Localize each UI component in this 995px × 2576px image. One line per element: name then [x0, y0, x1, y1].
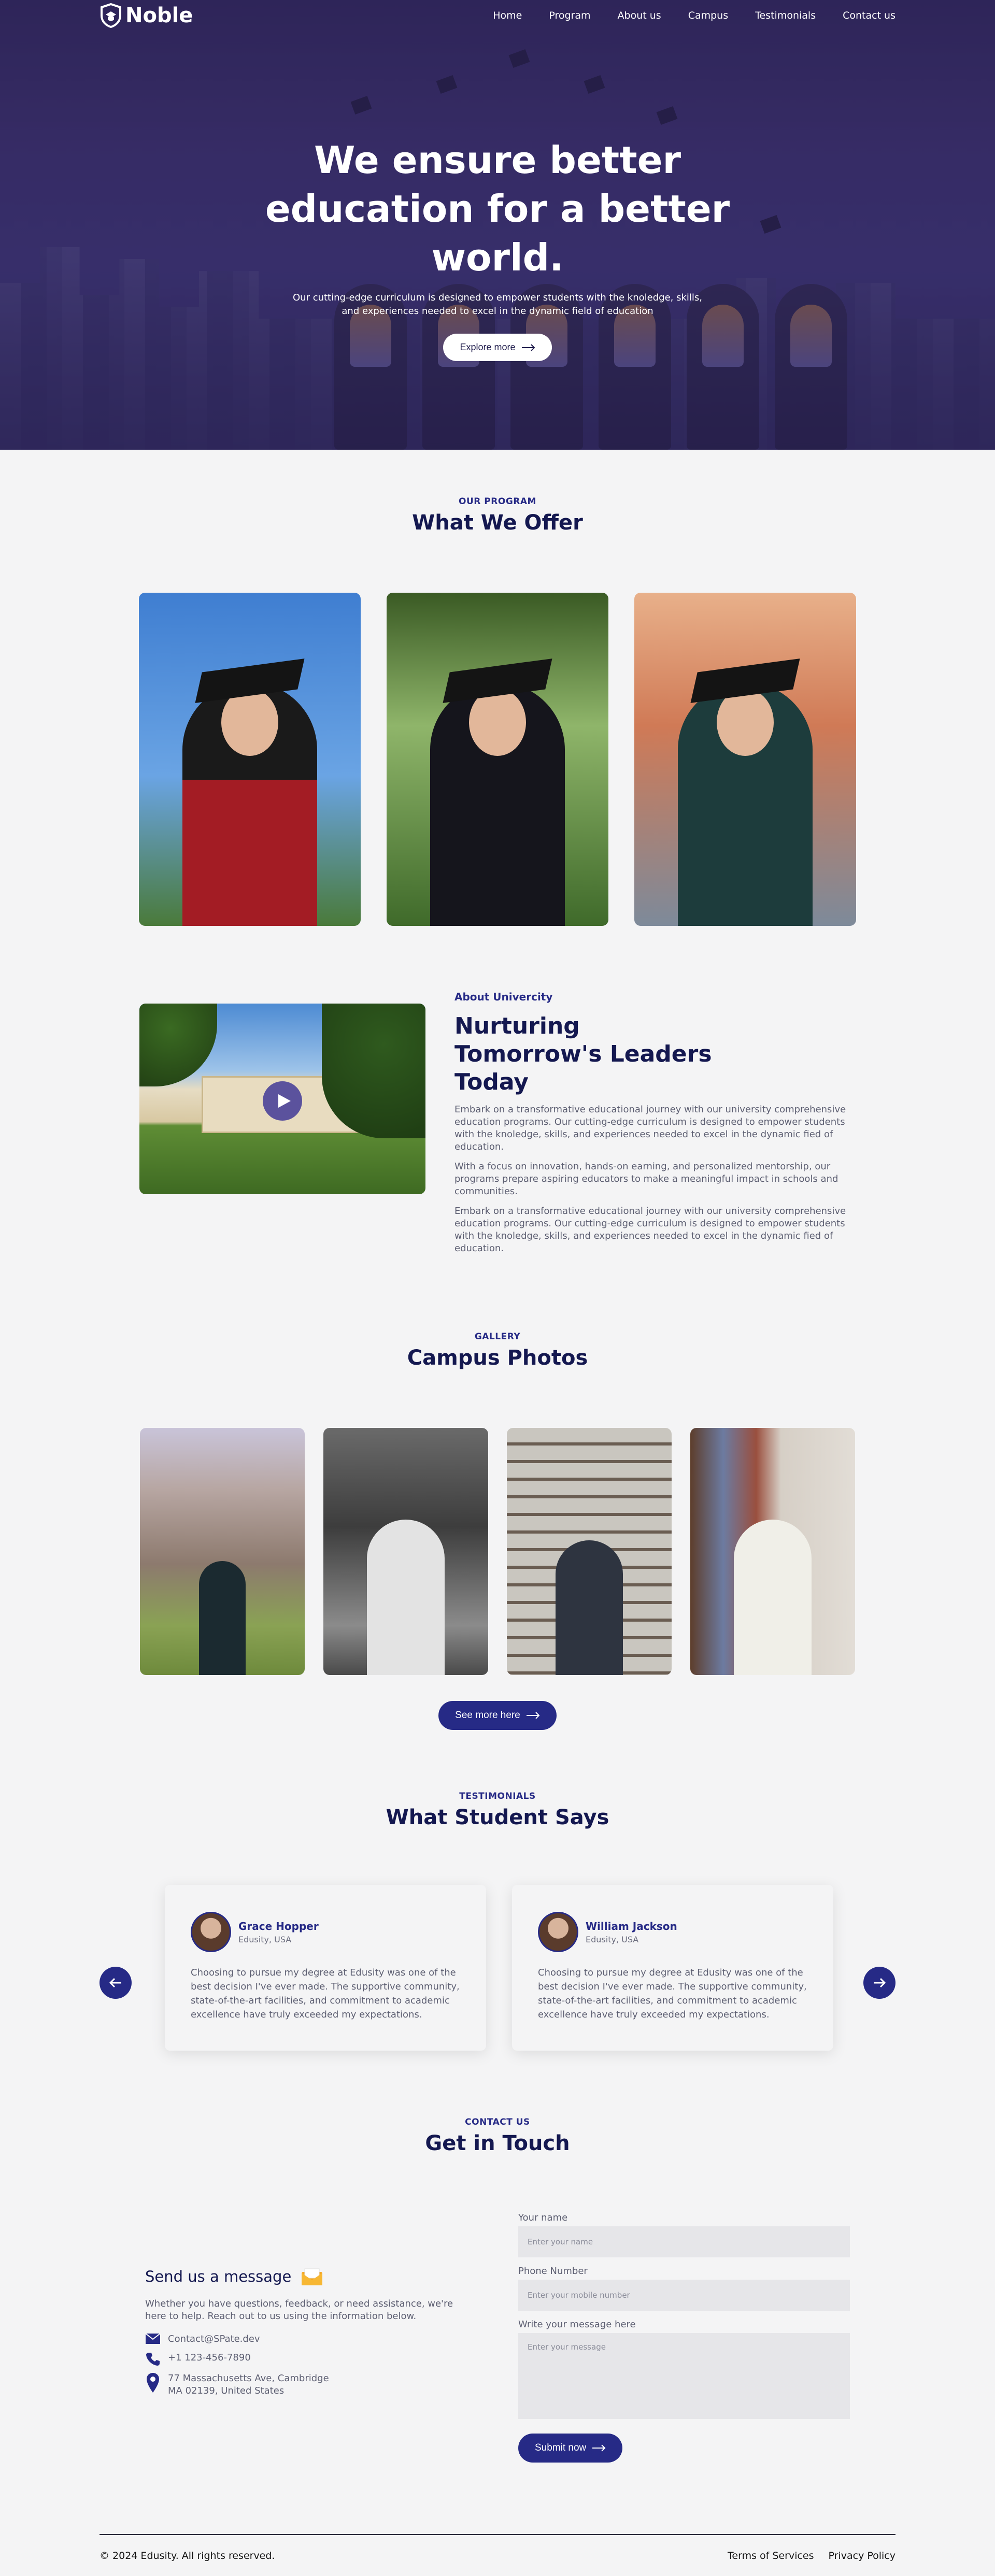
- location-pin-icon: [147, 2373, 159, 2393]
- mail-icon: [145, 2333, 161, 2344]
- hero-title: We ensure better education for a better …: [265, 138, 730, 279]
- gallery-photo[interactable]: [507, 1428, 672, 1675]
- nav-link-about[interactable]: About us: [618, 10, 661, 21]
- about-paragraph: Embark on a transformative educational j…: [454, 1206, 846, 1254]
- see-more-label: See more here: [455, 1710, 520, 1721]
- hero-section: Noble Home Program About us Campus Testi…: [0, 0, 995, 450]
- testimonial-name: William Jackson: [586, 1920, 677, 1933]
- gallery-title: Campus Photos: [407, 1346, 588, 1370]
- arrow-right-icon: [874, 1978, 886, 1988]
- testimonial-card: Grace Hopper Edusity, USA Choosing to pu…: [165, 1885, 486, 2051]
- avatar: [191, 1912, 231, 1952]
- next-slide-button[interactable]: [863, 1967, 895, 1999]
- testimonials-section: TESTIMONIALS What Student Says Grace Hop…: [0, 1730, 995, 2056]
- program-card-image[interactable]: [387, 593, 608, 926]
- nav-link-program[interactable]: Program: [549, 10, 590, 21]
- contact-title: Get in Touch: [425, 2131, 570, 2155]
- contact-eyebrow: CONTACT US: [465, 2117, 530, 2127]
- avatar: [538, 1912, 578, 1952]
- testimonial-slider: Grace Hopper Edusity, USA Choosing to pu…: [0, 1885, 995, 2056]
- message-label: Write your message here: [518, 2319, 636, 2330]
- nav-link-campus[interactable]: Campus: [688, 10, 728, 21]
- program-title: What We Offer: [412, 511, 583, 535]
- testimonial-text: Choosing to pursue my degree at Edusity …: [191, 1967, 460, 2020]
- campus-video-thumbnail: [139, 1004, 425, 1194]
- phone-icon: [146, 2353, 160, 2366]
- play-video-button[interactable]: [263, 1081, 302, 1121]
- program-section: OUR PROGRAM What We Offer: [0, 450, 995, 926]
- explore-more-button[interactable]: Explore more: [443, 334, 552, 361]
- footer: © 2024 Edusity. All rights reserved. Ter…: [100, 2534, 895, 2576]
- program-eyebrow: OUR PROGRAM: [459, 496, 536, 507]
- contact-info: Send us a message Whether you have quest…: [0, 2212, 453, 2463]
- gallery-photos: [0, 1428, 995, 1675]
- gallery-photo[interactable]: [323, 1428, 488, 1675]
- logo-text: Noble: [125, 4, 193, 27]
- contact-form: Your name Phone Number Write your messag…: [518, 2212, 850, 2463]
- testimonial-text: Choosing to pursue my degree at Edusity …: [538, 1967, 807, 2020]
- submit-button[interactable]: Submit now: [518, 2434, 623, 2463]
- explore-more-label: Explore more: [460, 342, 516, 352]
- gallery-photo[interactable]: [140, 1428, 305, 1675]
- hero-subtitle: Our cutting-edge curriculum is designed …: [293, 292, 702, 317]
- phone-label: Phone Number: [518, 2266, 588, 2277]
- hero-content: We ensure better education for a better …: [0, 136, 995, 361]
- submit-label: Submit now: [535, 2442, 587, 2453]
- about-paragraph: Embark on a transformative educational j…: [454, 1104, 846, 1152]
- play-icon: [278, 1094, 291, 1108]
- program-card-image[interactable]: [634, 593, 856, 926]
- program-cards: [0, 593, 995, 926]
- name-label: Your name: [518, 2212, 568, 2223]
- testimonial-card: William Jackson Edusity, USA Choosing to…: [512, 1885, 833, 2051]
- shield-icon: [101, 3, 121, 28]
- arrow-right-icon: [592, 2444, 606, 2452]
- testimonials-title: What Student Says: [386, 1806, 609, 1829]
- about-paragraph: With a focus on innovation, hands-on ear…: [454, 1161, 838, 1197]
- phone-input[interactable]: [518, 2280, 850, 2311]
- arrow-right-icon: [521, 344, 535, 351]
- contact-phone[interactable]: +1 123-456-7890: [168, 2352, 251, 2364]
- terms-link[interactable]: Terms of Services: [728, 2550, 814, 2561]
- contact-email[interactable]: Contact@SPate.dev: [168, 2333, 260, 2345]
- gallery-photo[interactable]: [690, 1428, 855, 1675]
- envelope-icon: [302, 2268, 323, 2285]
- contact-section: CONTACT US Get in Touch Send us a messag…: [0, 2056, 995, 2463]
- nav-link-testimonials[interactable]: Testimonials: [755, 10, 816, 21]
- arrow-right-icon: [526, 1712, 540, 1719]
- top-nav: Noble Home Program About us Campus Testi…: [0, 0, 995, 31]
- message-textarea[interactable]: [518, 2333, 850, 2419]
- logo[interactable]: Noble: [100, 3, 193, 28]
- about-title: Nurturing Tomorrow's Leaders Today: [454, 1013, 712, 1095]
- testimonial-location: Edusity, USA: [238, 1934, 292, 1944]
- testimonial-name: Grace Hopper: [238, 1920, 319, 1933]
- previous-slide-button[interactable]: [100, 1967, 132, 1999]
- see-more-button[interactable]: See more here: [438, 1701, 557, 1730]
- contact-info-text: Whether you have questions, feedback, or…: [145, 2298, 453, 2322]
- arrow-left-icon: [109, 1978, 121, 1988]
- testimonial-location: Edusity, USA: [586, 1934, 639, 1944]
- contact-address-line: 77 Massachusetts Ave, Cambridge: [168, 2373, 329, 2384]
- about-eyebrow: About Univercity: [454, 991, 553, 1003]
- gallery-eyebrow: GALLERY: [474, 1332, 521, 1342]
- copyright: © 2024 Edusity. All rights reserved.: [100, 2550, 275, 2561]
- nav-link-contact[interactable]: Contact us: [843, 10, 895, 21]
- name-input[interactable]: [518, 2226, 850, 2257]
- about-section: About Univercity Nurturing Tomorrow's Le…: [139, 991, 995, 1255]
- gallery-section: GALLERY Campus Photos See more here: [0, 1255, 995, 1730]
- testimonials-eyebrow: TESTIMONIALS: [459, 1791, 536, 1801]
- contact-address-line: MA 02139, United States: [168, 2385, 285, 2396]
- privacy-link[interactable]: Privacy Policy: [829, 2550, 895, 2561]
- program-card-image[interactable]: [139, 593, 361, 926]
- nav-links: Home Program About us Campus Testimonial…: [493, 10, 895, 21]
- contact-info-title: Send us a message: [145, 2268, 292, 2285]
- nav-link-home[interactable]: Home: [493, 10, 522, 21]
